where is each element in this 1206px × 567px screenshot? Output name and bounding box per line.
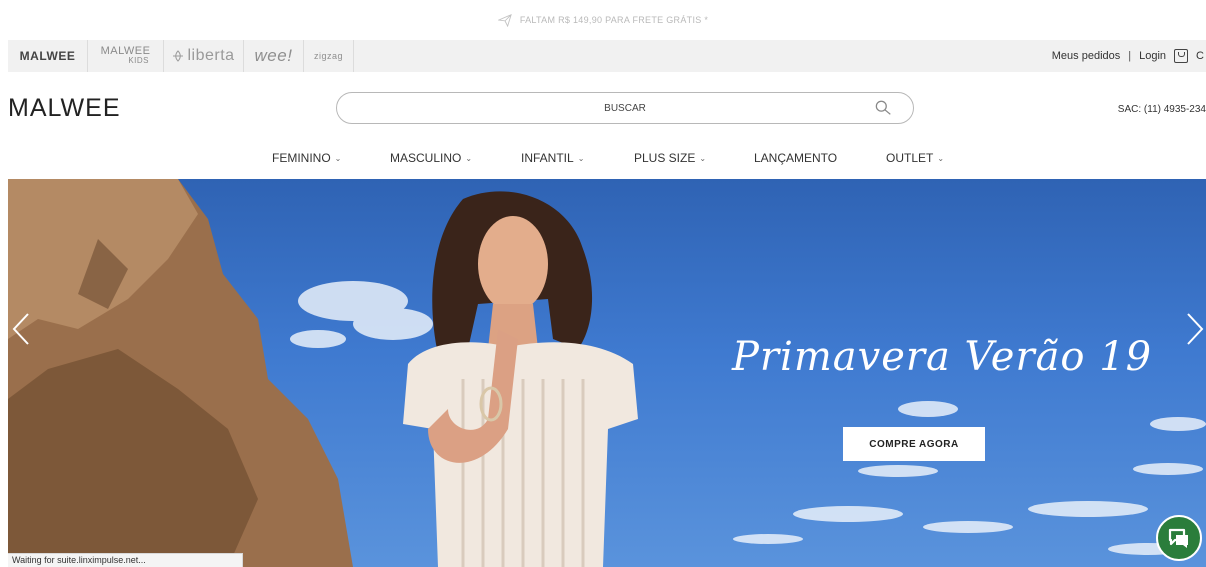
search-bar [336, 92, 914, 124]
nav-item-infantil[interactable]: INFANTIL ⌄ [521, 151, 634, 165]
hero-banner[interactable]: Primavera Verão 19 COMPRE AGORA Waiting … [8, 179, 1206, 567]
page: FALTAM R$ 149,90 PARA FRETE GRÁTIS * MAL… [0, 0, 1206, 567]
nav-item-masculino[interactable]: MASCULINO ⌄ [390, 151, 521, 165]
nav-label: OUTLET [886, 151, 934, 165]
brand-label: MALWEE [100, 45, 151, 57]
chevron-down-icon: ⌄ [699, 153, 707, 163]
bag-icon[interactable] [1174, 49, 1189, 63]
brand-tab-zigzag[interactable]: zigzag [304, 40, 354, 72]
shop-now-button[interactable]: COMPRE AGORA [843, 427, 985, 461]
shipping-promo: FALTAM R$ 149,90 PARA FRETE GRÁTIS * [0, 0, 1206, 40]
chevron-down-icon: ⌄ [937, 153, 945, 163]
brand-label: zigzag [313, 51, 343, 61]
my-orders-link[interactable]: Meus pedidos [1052, 50, 1121, 62]
brand-sublabel: KIDS [128, 56, 149, 65]
chat-button[interactable] [1156, 515, 1202, 561]
nav-item-lancamento[interactable]: LANÇAMENTO [754, 151, 886, 165]
search-input[interactable] [385, 102, 865, 114]
nav-label: MASCULINO [390, 151, 462, 165]
nav-label: INFANTIL [521, 151, 574, 165]
brand-label: MALWEE [19, 49, 76, 63]
chevron-left-icon[interactable] [10, 311, 32, 347]
chevron-right-icon[interactable] [1184, 311, 1206, 347]
brand-tab-wee[interactable]: wee! [244, 40, 304, 72]
brand-tab-malwee[interactable]: MALWEE [8, 40, 88, 72]
brand-label: liberta [187, 47, 235, 64]
cart-label[interactable]: C [1196, 50, 1204, 62]
nav-label: LANÇAMENTO [754, 151, 838, 165]
login-link[interactable]: Login [1139, 50, 1166, 62]
brand-tab-malwee-kids[interactable]: MALWEE KIDS [88, 40, 164, 72]
nav-item-plus-size[interactable]: PLUS SIZE ⌄ [634, 151, 754, 165]
site-logo[interactable]: MALWEE [8, 94, 121, 123]
brand-tab-liberta[interactable]: liberta [164, 40, 244, 72]
leaf-icon [173, 50, 184, 62]
nav-item-feminino[interactable]: FEMININO ⌄ [272, 151, 390, 165]
account-links: Meus pedidos | Login C [1052, 40, 1206, 72]
nav-label: PLUS SIZE [634, 151, 696, 165]
plane-icon [497, 13, 512, 27]
promo-text: FALTAM R$ 149,90 PARA FRETE GRÁTIS * [519, 15, 709, 25]
main-nav: FEMININO ⌄ MASCULINO ⌄ INFANTIL ⌄ PLUS S… [272, 151, 944, 165]
chevron-down-icon: ⌄ [334, 153, 342, 163]
brand-label: wee! [254, 46, 293, 65]
brand-bar: MALWEE MALWEE KIDS liberta wee! zigzag M… [8, 40, 1206, 72]
nav-item-outlet[interactable]: OUTLET ⌄ [886, 151, 944, 165]
separator: | [1128, 50, 1132, 62]
hero-headline: Primavera Verão 19 [732, 334, 1153, 380]
chat-icon [1168, 528, 1188, 548]
nav-label: FEMININO [272, 151, 331, 165]
chevron-down-icon: ⌄ [577, 153, 585, 163]
sac-phone: SAC: (11) 4935-234 [1117, 104, 1206, 115]
browser-status-bar: Waiting for suite.linximpulse.net... [8, 553, 243, 567]
search-icon[interactable] [875, 99, 893, 117]
chevron-down-icon: ⌄ [465, 153, 473, 163]
